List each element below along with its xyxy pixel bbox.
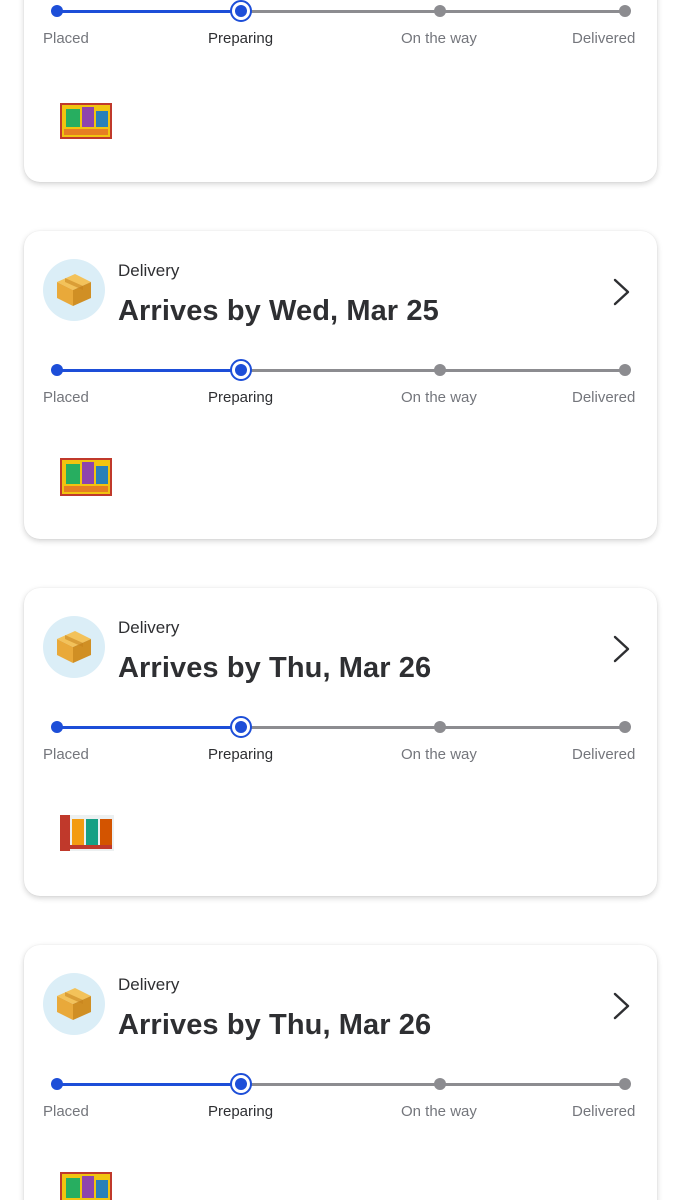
progress-tracker: Placed Preparing On the way Delivered — [24, 0, 657, 60]
arrival-date: Arrives by Thu, Mar 26 — [118, 652, 432, 684]
product-thumbnail[interactable] — [58, 452, 116, 500]
delivery-label: Delivery — [118, 618, 180, 637]
step-dot-preparing-current — [230, 359, 252, 381]
arrival-date: Arrives by Wed, Mar 25 — [118, 295, 439, 327]
step-dot-preparing-current — [230, 1073, 252, 1095]
step-dot-on-the-way — [434, 364, 446, 376]
product-thumbnail[interactable] — [58, 95, 116, 143]
step-label-on-the-way: On the way — [401, 1103, 477, 1120]
step-dot-preparing-current — [230, 0, 252, 22]
progress-line-complete — [57, 1083, 241, 1086]
step-label-delivered: Delivered — [572, 389, 636, 406]
step-label-placed: Placed — [43, 746, 89, 763]
delivery-label: Delivery — [118, 261, 180, 280]
step-label-on-the-way: On the way — [401, 746, 477, 763]
delivery-label: Delivery — [118, 975, 180, 994]
order-card[interactable]: Delivery Arrives by Thu, Mar 26 Placed P… — [24, 945, 657, 1200]
step-label-delivered: Delivered — [572, 30, 636, 47]
step-dot-delivered — [619, 364, 631, 376]
progress-line-remaining — [241, 726, 625, 729]
progress-line-remaining — [241, 1083, 625, 1086]
arrival-date: Arrives by Thu, Mar 26 — [118, 1009, 432, 1041]
card-header[interactable]: Delivery Arrives by Wed, Mar 25 — [24, 231, 657, 341]
package-box-icon — [43, 259, 105, 321]
step-label-on-the-way: On the way — [401, 389, 477, 406]
chevron-right-icon[interactable] — [610, 991, 634, 1021]
step-label-placed: Placed — [43, 389, 89, 406]
card-header[interactable]: Delivery Arrives by Thu, Mar 26 — [24, 945, 657, 1055]
order-list: Placed Preparing On the way Delivered De… — [0, 0, 683, 1200]
step-label-delivered: Delivered — [572, 746, 636, 763]
step-label-preparing: Preparing — [208, 389, 274, 406]
step-dot-placed — [51, 364, 63, 376]
progress-tracker: Placed Preparing On the way Delivered — [24, 716, 657, 776]
step-dot-on-the-way — [434, 1078, 446, 1090]
package-box-icon — [43, 616, 105, 678]
progress-line-complete — [57, 10, 241, 13]
step-dot-placed — [51, 1078, 63, 1090]
order-card[interactable]: Placed Preparing On the way Delivered — [24, 0, 657, 182]
package-box-icon — [43, 973, 105, 1035]
chevron-right-icon[interactable] — [610, 634, 634, 664]
step-label-preparing: Preparing — [208, 746, 274, 763]
chevron-right-icon[interactable] — [610, 277, 634, 307]
progress-line-remaining — [241, 10, 625, 13]
step-dot-on-the-way — [434, 5, 446, 17]
progress-line-remaining — [241, 369, 625, 372]
step-label-placed: Placed — [43, 1103, 89, 1120]
step-label-placed: Placed — [43, 30, 89, 47]
product-thumbnail[interactable] — [58, 809, 116, 857]
step-dot-delivered — [619, 1078, 631, 1090]
progress-tracker: Placed Preparing On the way Delivered — [24, 359, 657, 419]
step-dot-delivered — [619, 5, 631, 17]
product-thumbnail[interactable] — [58, 1166, 116, 1200]
order-card[interactable]: Delivery Arrives by Wed, Mar 25 Placed P… — [24, 231, 657, 539]
step-dot-on-the-way — [434, 721, 446, 733]
step-label-preparing: Preparing — [208, 1103, 274, 1120]
progress-tracker: Placed Preparing On the way Delivered — [24, 1073, 657, 1133]
step-dot-preparing-current — [230, 716, 252, 738]
step-dot-placed — [51, 5, 63, 17]
step-label-preparing: Preparing — [208, 30, 274, 47]
progress-line-complete — [57, 726, 241, 729]
step-label-delivered: Delivered — [572, 1103, 636, 1120]
progress-line-complete — [57, 369, 241, 372]
step-label-on-the-way: On the way — [401, 30, 477, 47]
step-dot-placed — [51, 721, 63, 733]
order-card[interactable]: Delivery Arrives by Thu, Mar 26 Placed P… — [24, 588, 657, 896]
card-header[interactable]: Delivery Arrives by Thu, Mar 26 — [24, 588, 657, 698]
step-dot-delivered — [619, 721, 631, 733]
